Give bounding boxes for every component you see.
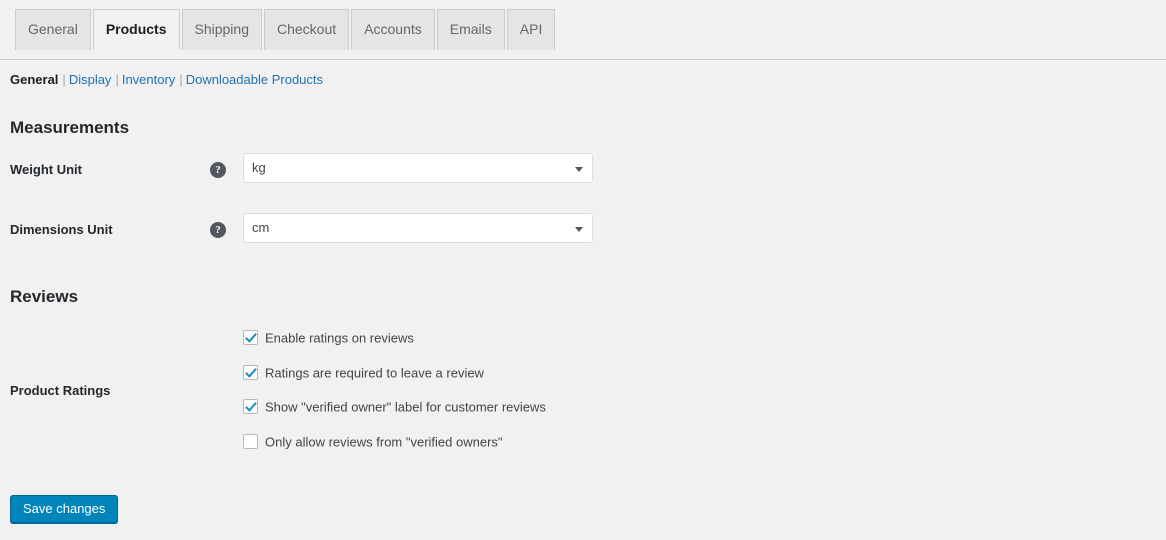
tab-checkout[interactable]: Checkout <box>264 9 350 50</box>
checkbox-icon[interactable] <box>243 433 258 449</box>
weight-unit-label: Weight Unit <box>10 161 82 177</box>
checkbox-label: Ratings are required to leave a review <box>265 365 484 381</box>
checkbox-label: Enable ratings on reviews <box>265 330 414 346</box>
weight-unit-row: Weight Unit ? kg <box>10 139 1150 199</box>
reviews-form-table: Product Ratings Enable ratings on review… <box>10 330 1150 450</box>
product-ratings-label: Product Ratings <box>10 382 111 398</box>
checkbox-ratings-required[interactable]: Ratings are required to leave a review <box>243 364 1150 382</box>
product-ratings-row: Product Ratings Enable ratings on review… <box>10 330 1150 450</box>
checkbox-only-verified-owners[interactable]: Only allow reviews from "verified owners… <box>243 433 1150 451</box>
dimensions-unit-label: Dimensions Unit <box>10 221 113 237</box>
subnav-separator: | <box>115 72 119 87</box>
products-subnav: General | Display | Inventory | Downloadable P… <box>0 60 1166 90</box>
tab-general[interactable]: General <box>15 9 91 50</box>
product-ratings-checkbox-group: Enable ratings on reviews Ratings are re… <box>243 330 1150 450</box>
checkbox-icon[interactable] <box>243 330 258 346</box>
weight-unit-select[interactable]: kg <box>243 153 593 183</box>
product-ratings-field-cell: Enable ratings on reviews Ratings are re… <box>243 330 1150 450</box>
checkbox-label: Only allow reviews from "verified owners… <box>265 434 503 450</box>
chevron-down-icon <box>575 167 583 172</box>
settings-tab-bar: General Products Shipping Checkout Accounts E… <box>0 0 1166 60</box>
dimensions-unit-field-cell: cm <box>243 199 1150 259</box>
dimensions-unit-row: Dimensions Unit ? cm <box>10 199 1150 259</box>
help-circle-icon[interactable]: ? <box>210 162 226 179</box>
weight-unit-selected-value: kg <box>252 160 266 175</box>
subnav-item-general[interactable]: General <box>10 72 58 87</box>
submit-area: Save changes <box>10 495 119 523</box>
measurements-heading: Measurements <box>10 118 130 137</box>
checkbox-icon[interactable] <box>243 364 258 380</box>
reviews-heading: Reviews <box>10 287 79 306</box>
tab-api[interactable]: API <box>506 9 556 50</box>
weight-unit-field-cell: kg <box>243 139 1150 199</box>
dimensions-unit-help-cell: ? <box>210 199 243 259</box>
subnav-item-downloadable-products[interactable]: Downloadable Products <box>186 72 323 87</box>
subnav-separator: | <box>179 72 183 87</box>
checkbox-enable-ratings[interactable]: Enable ratings on reviews <box>243 330 1150 347</box>
tab-products[interactable]: Products <box>92 9 180 50</box>
dimensions-unit-select[interactable]: cm <box>243 213 593 243</box>
subnav-separator: | <box>62 72 66 87</box>
dimensions-unit-selected-value: cm <box>252 220 270 235</box>
checkbox-show-verified-owner-label[interactable]: Show "verified owner" label for customer… <box>243 399 1150 416</box>
weight-unit-help-cell: ? <box>210 139 243 199</box>
tab-emails[interactable]: Emails <box>436 9 505 50</box>
save-changes-button[interactable]: Save changes <box>10 495 119 523</box>
subnav-item-display[interactable]: Display <box>69 72 112 87</box>
tab-shipping[interactable]: Shipping <box>181 9 262 50</box>
checkbox-label: Show "verified owner" label for customer… <box>265 399 546 415</box>
help-circle-icon[interactable]: ? <box>210 222 226 239</box>
product-ratings-help-cell <box>210 330 243 450</box>
checkbox-icon[interactable] <box>243 399 258 415</box>
chevron-down-icon <box>575 227 583 232</box>
subnav-item-inventory[interactable]: Inventory <box>122 72 175 87</box>
measurements-form-table: Weight Unit ? kg Dimensions Unit ? cm <box>10 139 1150 259</box>
tab-accounts[interactable]: Accounts <box>351 9 435 50</box>
